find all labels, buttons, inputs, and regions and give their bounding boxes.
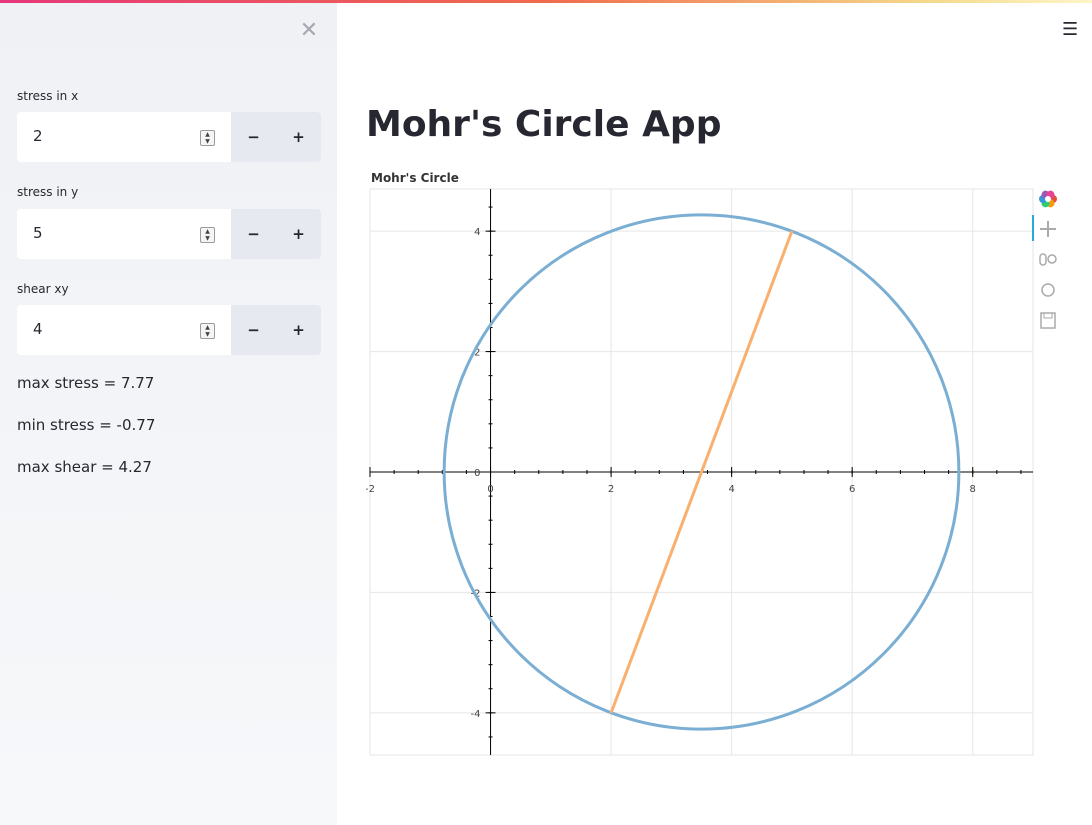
x-tick-label: 2 bbox=[608, 484, 614, 495]
x-tick-label: 8 bbox=[970, 484, 976, 495]
y-tick-label: 0 bbox=[474, 468, 480, 479]
save-icon[interactable] bbox=[1040, 312, 1056, 329]
stress-x-value[interactable]: 2 bbox=[33, 127, 43, 145]
min-stress-text: min stress = -0.77 bbox=[17, 416, 156, 434]
shear-xy-label: shear xy bbox=[17, 282, 69, 296]
shear-xy-input[interactable]: 4 ▲ ▼ − + bbox=[17, 305, 321, 355]
y-tick-label: -4 bbox=[471, 709, 481, 720]
stress-y-increment-button[interactable]: + bbox=[276, 209, 321, 259]
reset-circle bbox=[1041, 283, 1055, 297]
logo-center bbox=[1045, 196, 1051, 202]
shear-xy-decrement-button[interactable]: − bbox=[231, 305, 276, 355]
save-body bbox=[1040, 312, 1056, 329]
mohrs-circle-plot[interactable]: Mohr's Circle -2 0 2 4 6 8 -4 -2 0 2 4 bbox=[365, 165, 1066, 765]
chart-title: Mohr's Circle bbox=[371, 171, 459, 185]
chart-svg[interactable]: Mohr's Circle -2 0 2 4 6 8-4-2024 bbox=[365, 165, 1066, 765]
spinner-icon[interactable]: ▲ ▼ bbox=[200, 227, 215, 243]
stress-y-label: stress in y bbox=[17, 185, 79, 199]
max-shear-text: max shear = 4.27 bbox=[17, 458, 152, 476]
zoom-wheel bbox=[1039, 253, 1047, 266]
active-tool-indicator bbox=[1032, 215, 1034, 241]
stress-y-input[interactable]: 5 ▲ ▼ − + bbox=[17, 209, 321, 259]
spinner-icon[interactable]: ▲ ▼ bbox=[200, 130, 215, 146]
close-icon[interactable]: ✕ bbox=[298, 19, 320, 43]
page-title: Mohr's Circle App bbox=[366, 104, 722, 145]
shear-xy-value[interactable]: 4 bbox=[33, 320, 43, 338]
pan-icon[interactable] bbox=[1040, 221, 1056, 237]
stress-y-decrement-button[interactable]: − bbox=[231, 209, 276, 259]
wheel-zoom-icon[interactable] bbox=[1039, 253, 1057, 266]
max-stress-text: max stress = 7.77 bbox=[17, 374, 155, 392]
y-tick-label: 4 bbox=[474, 227, 480, 238]
shear-xy-increment-button[interactable]: + bbox=[276, 305, 321, 355]
reset-icon[interactable] bbox=[1041, 283, 1055, 297]
plot-toolbar[interactable] bbox=[1032, 190, 1057, 329]
x-tick-label: -2 bbox=[366, 484, 375, 495]
sidebar: ✕ stress in x 2 ▲ ▼ − + stress in y 5 ▲ ▼ … bbox=[0, 3, 337, 825]
stress-y-value[interactable]: 5 bbox=[33, 224, 43, 242]
x-tick-label: 4 bbox=[728, 484, 734, 495]
spinner-icon[interactable]: ▲ ▼ bbox=[200, 323, 215, 339]
hamburger-menu-icon[interactable]: ☰ bbox=[1062, 20, 1078, 40]
x-tick-label: 0 bbox=[487, 484, 493, 495]
bokeh-logo-icon bbox=[1039, 190, 1057, 208]
stress-x-increment-button[interactable]: + bbox=[276, 112, 321, 162]
stress-x-label: stress in x bbox=[17, 89, 79, 103]
stress-x-decrement-button[interactable]: − bbox=[231, 112, 276, 162]
zoom-lens bbox=[1047, 254, 1057, 264]
stress-x-input[interactable]: 2 ▲ ▼ − + bbox=[17, 112, 321, 162]
x-tick-label: 6 bbox=[849, 484, 855, 495]
